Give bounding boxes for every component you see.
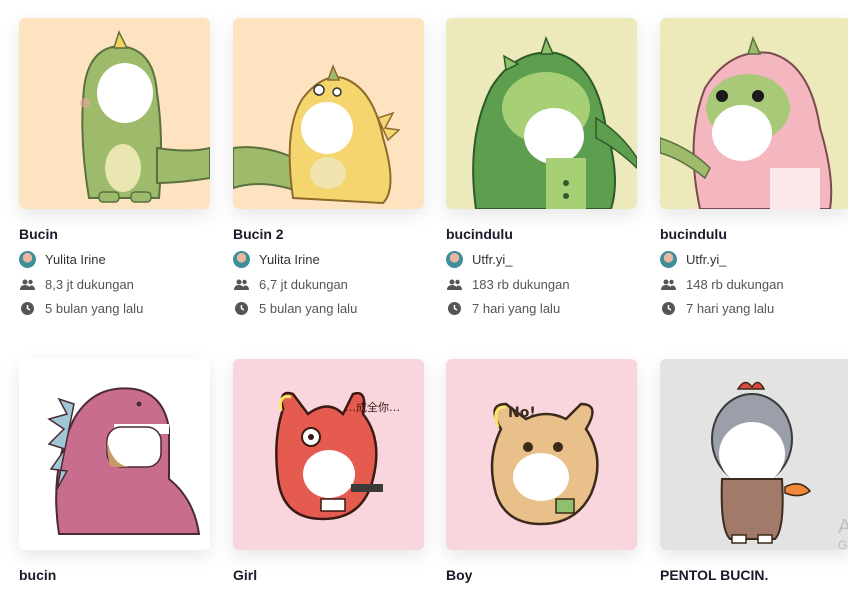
bunny-sticker: …成全你… [275, 391, 400, 521]
story-cover[interactable] [446, 18, 637, 209]
story-cover[interactable]: No! [446, 359, 637, 550]
story-cover[interactable] [19, 18, 210, 209]
dino-illustration [80, 30, 210, 203]
clock-icon [446, 302, 463, 316]
support-count: 8,3 jt dukungan [19, 277, 210, 292]
author-avatar [233, 251, 250, 268]
support-count: 6,7 jt dukungan [233, 277, 424, 292]
author[interactable]: Yulita Irine [19, 251, 210, 268]
sticker-text: No! [508, 405, 536, 421]
author-avatar [660, 251, 677, 268]
story-cover[interactable] [660, 359, 848, 550]
updated-time: 5 bulan yang lalu [19, 301, 210, 316]
support-count: 183 rb dukungan [446, 277, 637, 292]
story-title[interactable]: Girl [233, 567, 424, 583]
story-cover[interactable]: …成全你… [233, 359, 424, 550]
story-title[interactable]: bucindulu [660, 226, 848, 242]
story-cover[interactable] [233, 18, 424, 209]
author-name[interactable]: Utfr.yi_ [472, 252, 512, 267]
clock-icon [19, 302, 36, 316]
story-card[interactable]: bucindulu Utfr.yi_ 183 rb dukungan 7 har… [446, 18, 637, 316]
story-title[interactable]: Bucin [19, 226, 210, 242]
author[interactable]: Utfr.yi_ [446, 251, 637, 268]
story-card[interactable]: No! Boy [446, 359, 637, 583]
updated-time: 7 hari yang lalu [446, 301, 637, 316]
people-icon [446, 278, 463, 292]
story-card[interactable]: PENTOL BUCIN. [660, 359, 848, 583]
bunny-sticker: No! [490, 402, 599, 526]
watermark: A Go [838, 516, 848, 552]
clock-icon [233, 302, 250, 316]
chick-illustration [711, 381, 812, 544]
people-icon [19, 278, 36, 292]
story-title[interactable]: Bucin 2 [233, 226, 424, 242]
story-cover[interactable] [19, 359, 210, 550]
author-avatar [19, 251, 36, 268]
author-name[interactable]: Yulita Irine [45, 252, 106, 267]
dino-illustration [233, 63, 401, 205]
story-title[interactable]: bucin [19, 567, 210, 583]
dino-illustration [660, 35, 833, 209]
dino-illustration [47, 387, 201, 535]
story-card[interactable]: bucin [19, 359, 210, 583]
author-name[interactable]: Utfr.yi_ [686, 252, 726, 267]
dino-illustration [472, 35, 637, 209]
sticker-text: …成全你… [345, 400, 400, 414]
story-card[interactable]: Bucin Yulita Irine 8,3 jt dukungan 5 bul… [19, 18, 210, 316]
author[interactable]: Yulita Irine [233, 251, 424, 268]
people-icon [660, 278, 677, 292]
updated-time: 5 bulan yang lalu [233, 301, 424, 316]
author-avatar [446, 251, 463, 268]
story-title[interactable]: PENTOL BUCIN. [660, 567, 848, 583]
story-card[interactable]: Bucin 2 Yulita Irine 6,7 jt dukungan 5 b… [233, 18, 424, 316]
author[interactable]: Utfr.yi_ [660, 251, 848, 268]
story-title[interactable]: Boy [446, 567, 637, 583]
people-icon [233, 278, 250, 292]
story-title[interactable]: bucindulu [446, 226, 637, 242]
story-card[interactable]: …成全你… Girl [233, 359, 424, 583]
support-count: 148 rb dukungan [660, 277, 848, 292]
story-card[interactable]: bucindulu Utfr.yi_ 148 rb dukungan 7 har… [660, 18, 848, 316]
updated-time: 7 hari yang lalu [660, 301, 848, 316]
author-name[interactable]: Yulita Irine [259, 252, 320, 267]
story-cover[interactable] [660, 18, 848, 209]
clock-icon [660, 302, 677, 316]
